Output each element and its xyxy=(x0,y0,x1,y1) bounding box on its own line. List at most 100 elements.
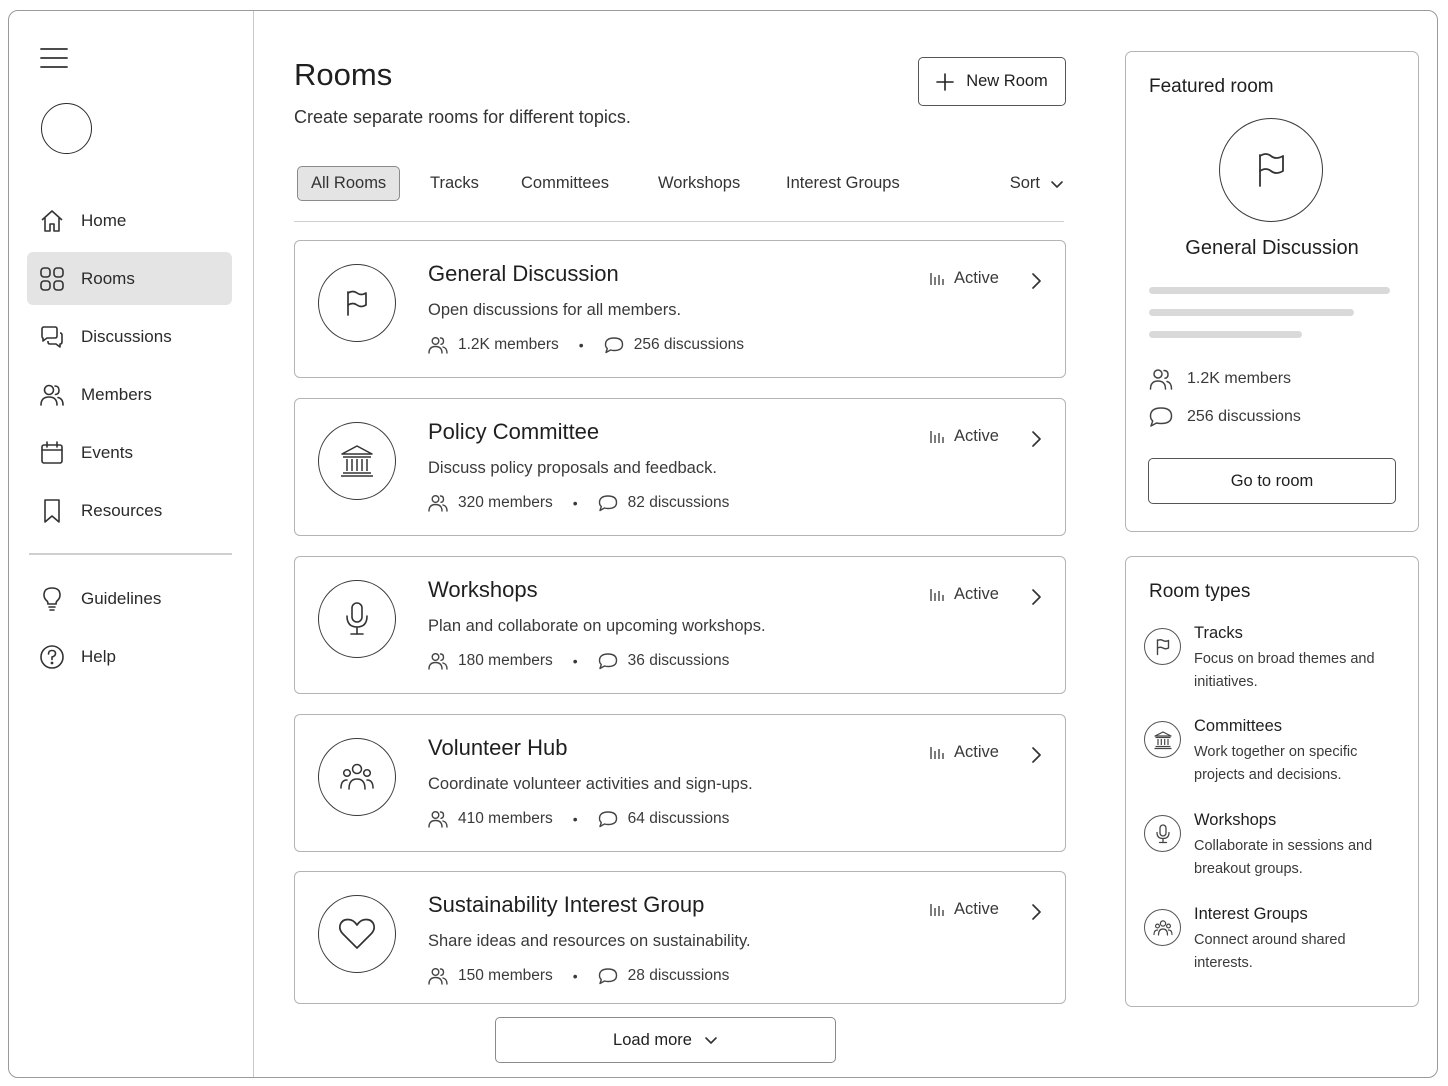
page-subtitle: Create separate rooms for different topi… xyxy=(294,107,631,127)
activity-bars-icon xyxy=(930,272,944,286)
grid-icon xyxy=(39,266,65,292)
room-types-title: Room types xyxy=(1149,581,1251,602)
go-to-room-button[interactable]: Go to room xyxy=(1148,458,1396,504)
room-members: 320 members xyxy=(458,494,553,511)
featured-room-name: General Discussion xyxy=(1185,237,1359,259)
room-members: 1.2K members xyxy=(458,336,559,353)
room-card-workshops[interactable]: Workshops Plan and collaborate on upcomi… xyxy=(294,556,1066,694)
chevron-right-icon[interactable] xyxy=(1029,745,1043,765)
microphone-icon xyxy=(1144,815,1181,852)
sort-label: Sort xyxy=(1009,174,1040,192)
separator-dot: • xyxy=(572,968,578,984)
room-meta: 150 members • 28 discussions xyxy=(428,967,729,985)
avatar[interactable] xyxy=(41,103,92,154)
room-type-name: Tracks xyxy=(1194,624,1243,642)
calendar-icon xyxy=(39,440,65,466)
institution-icon xyxy=(1144,721,1181,758)
room-description: Coordinate volunteer activities and sign… xyxy=(428,775,753,793)
chevron-right-icon[interactable] xyxy=(1029,271,1043,291)
room-types-panel: Room types Tracks Focus on broad themes … xyxy=(1125,556,1419,1007)
room-card-sustainability-interest-group[interactable]: Sustainability Interest Group Share idea… xyxy=(294,871,1066,1004)
room-description: Discuss policy proposals and feedback. xyxy=(428,459,717,477)
load-more-label: Load more xyxy=(613,1030,692,1049)
sidebar-item-guidelines[interactable]: Guidelines xyxy=(27,572,232,625)
sidebar-item-label: Rooms xyxy=(81,268,135,288)
room-card-volunteer-hub[interactable]: Volunteer Hub Coordinate volunteer activ… xyxy=(294,714,1066,852)
main-content: Rooms Create separate rooms for differen… xyxy=(254,11,1094,1077)
group-icon xyxy=(318,738,396,816)
sidebar-item-discussions[interactable]: Discussions xyxy=(27,310,232,363)
sidebar-item-label: Members xyxy=(81,384,152,404)
featured-discussions-text: 256 discussions xyxy=(1187,408,1301,425)
skeleton-line xyxy=(1149,331,1302,338)
sidebar-item-label: Events xyxy=(81,442,133,462)
room-status-label: Active xyxy=(954,269,999,287)
chevron-down-icon xyxy=(1050,179,1064,189)
room-status: Active xyxy=(930,743,999,762)
sidebar-item-label: Guidelines xyxy=(81,588,162,608)
sort-dropdown[interactable]: Sort xyxy=(1010,166,1064,201)
new-room-button[interactable]: New Room xyxy=(918,57,1066,106)
heart-icon xyxy=(318,895,396,973)
chevron-right-icon[interactable] xyxy=(1029,429,1043,449)
load-more-button[interactable]: Load more xyxy=(495,1017,836,1063)
users-icon xyxy=(428,810,448,828)
room-type-description: Work together on specific projects and d… xyxy=(1194,744,1358,783)
room-type-name: Committees xyxy=(1194,717,1283,735)
bookmark-icon xyxy=(39,498,65,524)
room-discussions: 256 discussions xyxy=(633,336,744,353)
room-name: Volunteer Hub xyxy=(428,735,568,760)
room-status-label: Active xyxy=(954,743,999,761)
sidebar-item-events[interactable]: Events xyxy=(27,426,232,479)
room-discussions: 64 discussions xyxy=(627,810,730,827)
chevron-down-icon xyxy=(704,1035,718,1045)
activity-bars-icon xyxy=(930,746,944,760)
room-meta: 320 members • 82 discussions xyxy=(428,494,729,512)
chevron-right-icon[interactable] xyxy=(1029,587,1043,607)
new-room-label: New Room xyxy=(966,72,1048,90)
room-discussions: 36 discussions xyxy=(627,652,730,669)
room-description: Plan and collaborate on upcoming worksho… xyxy=(428,617,766,635)
sidebar-item-rooms[interactable]: Rooms xyxy=(27,252,232,305)
sidebar-item-help[interactable]: Help xyxy=(27,630,232,683)
users-icon xyxy=(428,967,448,985)
sidebar-nav: Home Rooms Discussions Members Events Re… xyxy=(27,194,232,542)
chevron-right-icon[interactable] xyxy=(1029,902,1043,922)
plus-icon xyxy=(936,72,954,91)
activity-bars-icon xyxy=(930,430,944,444)
tab-workshops[interactable]: Workshops xyxy=(658,166,740,201)
room-type-description: Connect around shared interests. xyxy=(1194,932,1346,971)
users-icon xyxy=(428,336,448,354)
institution-icon xyxy=(318,422,396,500)
room-meta: 180 members • 36 discussions xyxy=(428,652,729,670)
sidebar-item-home[interactable]: Home xyxy=(27,194,232,247)
featured-members-text: 1.2K members xyxy=(1187,370,1292,387)
tab-committees[interactable]: Committees xyxy=(521,166,609,201)
skeleton-line xyxy=(1149,309,1354,316)
room-name: Policy Committee xyxy=(428,419,600,444)
room-name: Sustainability Interest Group xyxy=(428,892,705,917)
sidebar-item-label: Discussions xyxy=(81,326,172,346)
flag-icon xyxy=(318,264,396,342)
menu-icon[interactable] xyxy=(39,45,69,71)
tab-interest-groups[interactable]: Interest Groups xyxy=(786,166,900,201)
room-members: 180 members xyxy=(458,652,553,669)
chat-icon xyxy=(1149,406,1173,428)
room-card-policy-committee[interactable]: Policy Committee Discuss policy proposal… xyxy=(294,398,1066,536)
room-filter-tabs: All Rooms Tracks Committees Workshops In… xyxy=(294,166,1064,222)
room-card-general-discussion[interactable]: General Discussion Open discussions for … xyxy=(294,240,1066,378)
room-name: General Discussion xyxy=(428,261,619,286)
chat-icon xyxy=(598,810,618,828)
flag-icon xyxy=(1219,118,1323,222)
room-meta: 410 members • 64 discussions xyxy=(428,810,729,828)
separator-dot: • xyxy=(572,495,578,511)
sidebar-item-members[interactable]: Members xyxy=(27,368,232,421)
room-status-label: Active xyxy=(954,585,999,603)
sidebar-item-resources[interactable]: Resources xyxy=(27,484,232,537)
sidebar-item-label: Resources xyxy=(81,500,163,520)
tab-tracks[interactable]: Tracks xyxy=(430,166,479,201)
room-status: Active xyxy=(930,900,999,919)
separator-dot: • xyxy=(572,653,578,669)
tab-all-rooms[interactable]: All Rooms xyxy=(297,166,401,201)
room-name: Workshops xyxy=(428,577,538,602)
